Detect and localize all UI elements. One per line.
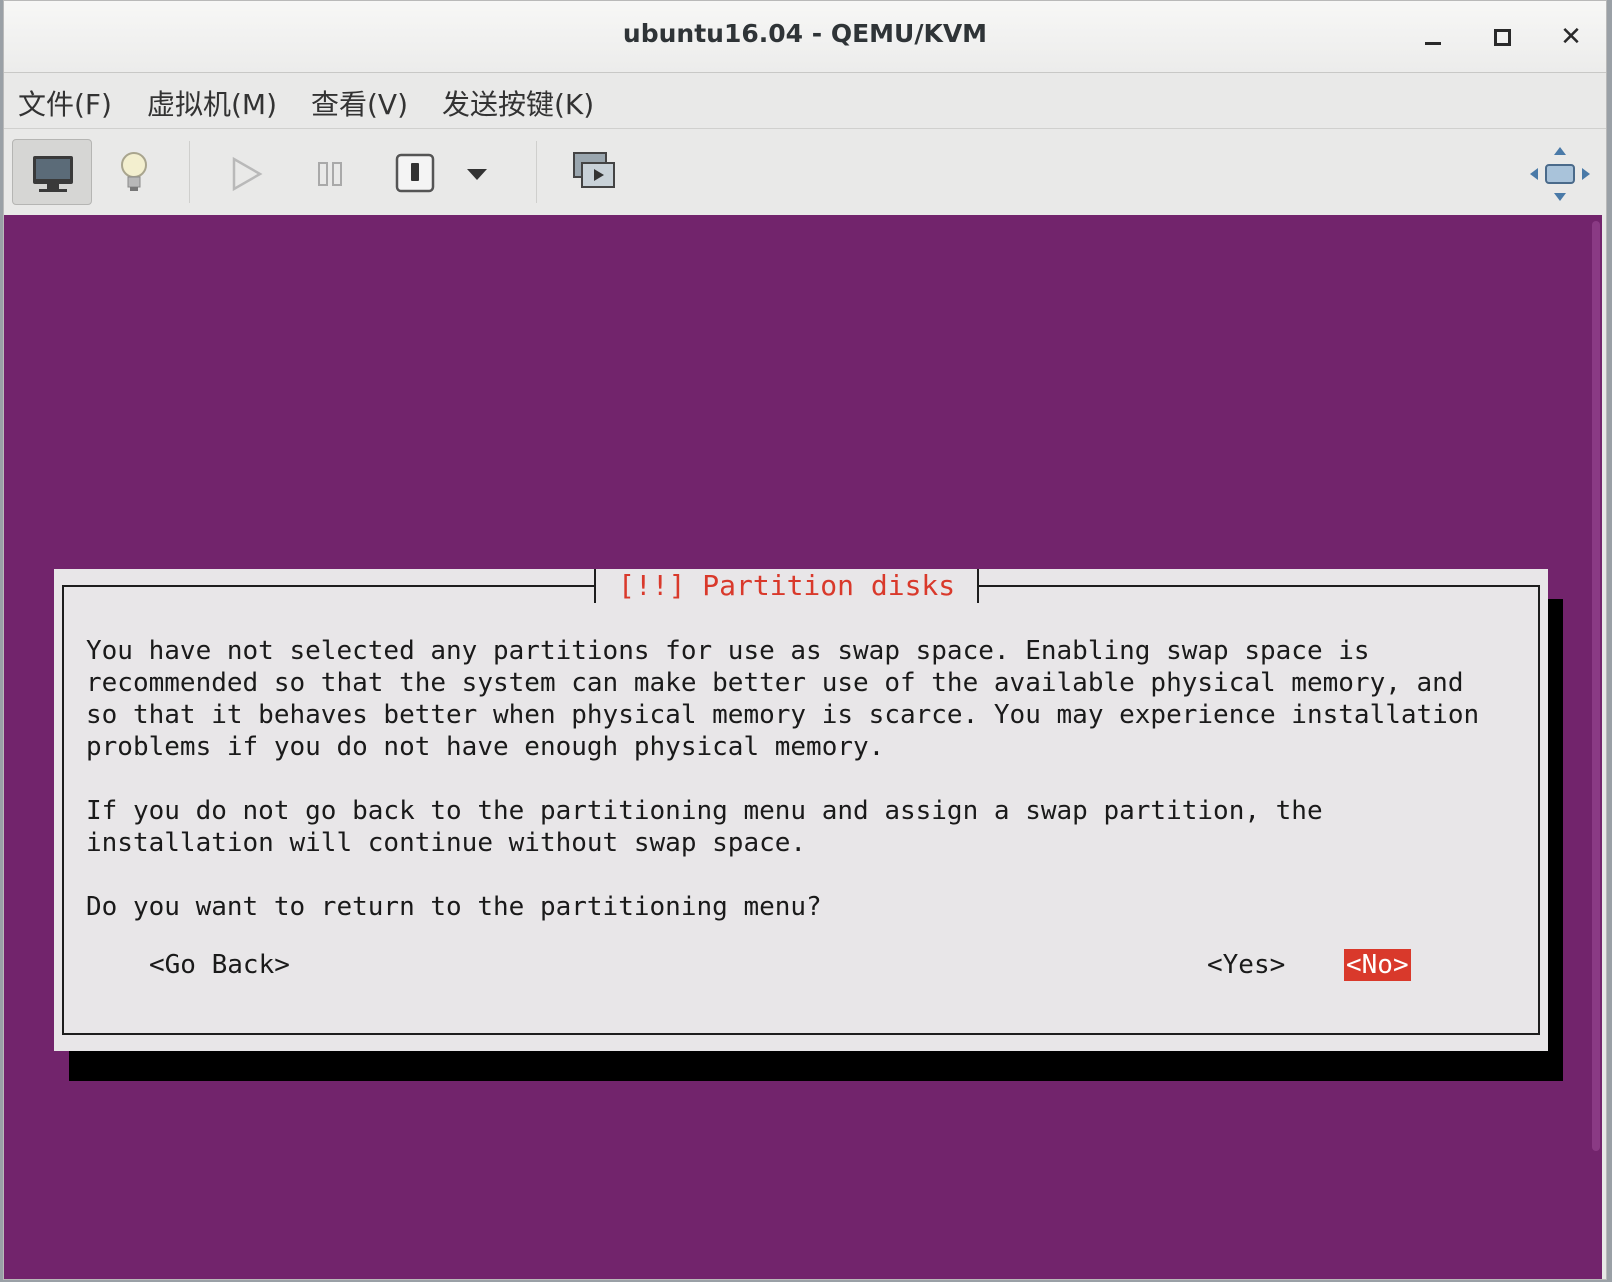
power-icon	[395, 153, 435, 193]
no-button[interactable]: <No>	[1344, 949, 1411, 981]
toolbar-separator	[536, 141, 537, 203]
title-bar[interactable]: ubuntu16.04 - QEMU/KVM ✕	[4, 1, 1606, 73]
play-icon	[232, 156, 263, 192]
menu-file[interactable]: 文件(F)	[18, 83, 112, 123]
close-icon: ✕	[1560, 22, 1582, 52]
yes-button[interactable]: <Yes>	[1207, 949, 1285, 981]
partition-dialog: [!!] Partition disks You have not select…	[54, 569, 1548, 1051]
menu-view[interactable]: 查看(V)	[311, 83, 408, 123]
qemu-window: ubuntu16.04 - QEMU/KVM ✕ 文件(F) 虚拟机(M) 查看…	[3, 0, 1607, 1280]
menu-bar: 文件(F) 虚拟机(M) 查看(V) 发送按键(K)	[4, 73, 1606, 129]
maximize-button[interactable]	[1480, 15, 1524, 59]
vertical-scrollbar[interactable]	[1592, 221, 1600, 1151]
dialog-title: [!!] Partition disks	[594, 569, 980, 603]
details-button[interactable]	[94, 139, 174, 205]
minimize-button[interactable]	[1412, 15, 1456, 59]
power-menu-button[interactable]	[452, 139, 502, 205]
chevron-down-icon	[467, 169, 487, 180]
go-back-button[interactable]: <Go Back>	[149, 949, 290, 981]
dialog-paragraph: If you do not go back to the partitionin…	[86, 796, 1323, 858]
pause-icon	[318, 162, 342, 186]
maximize-icon	[1494, 29, 1511, 46]
dialog-paragraph: You have not selected any partitions for…	[86, 636, 1480, 762]
window-title: ubuntu16.04 - QEMU/KVM	[622, 19, 988, 48]
menu-send-key[interactable]: 发送按键(K)	[442, 83, 594, 123]
pause-button[interactable]	[289, 139, 369, 205]
lightbulb-icon	[121, 152, 147, 191]
snapshot-icon	[573, 152, 615, 188]
toolbar-separator	[189, 141, 190, 203]
dialog-message: You have not selected any partitions for…	[86, 635, 1526, 923]
vm-console-screen[interactable]: [!!] Partition disks You have not select…	[4, 215, 1602, 1279]
snapshots-button[interactable]	[554, 139, 634, 205]
menu-vm[interactable]: 虚拟机(M)	[147, 83, 277, 123]
close-button[interactable]: ✕	[1549, 15, 1593, 59]
fullscreen-button[interactable]	[1520, 139, 1600, 205]
toolbar	[4, 129, 1606, 215]
power-button[interactable]	[374, 139, 454, 205]
minimize-icon	[1425, 42, 1441, 45]
run-button[interactable]	[204, 139, 284, 205]
dialog-question: Do you want to return to the partitionin…	[86, 892, 822, 922]
fullscreen-icon	[1530, 147, 1590, 201]
monitor-icon	[33, 156, 73, 192]
console-button[interactable]	[12, 139, 92, 205]
